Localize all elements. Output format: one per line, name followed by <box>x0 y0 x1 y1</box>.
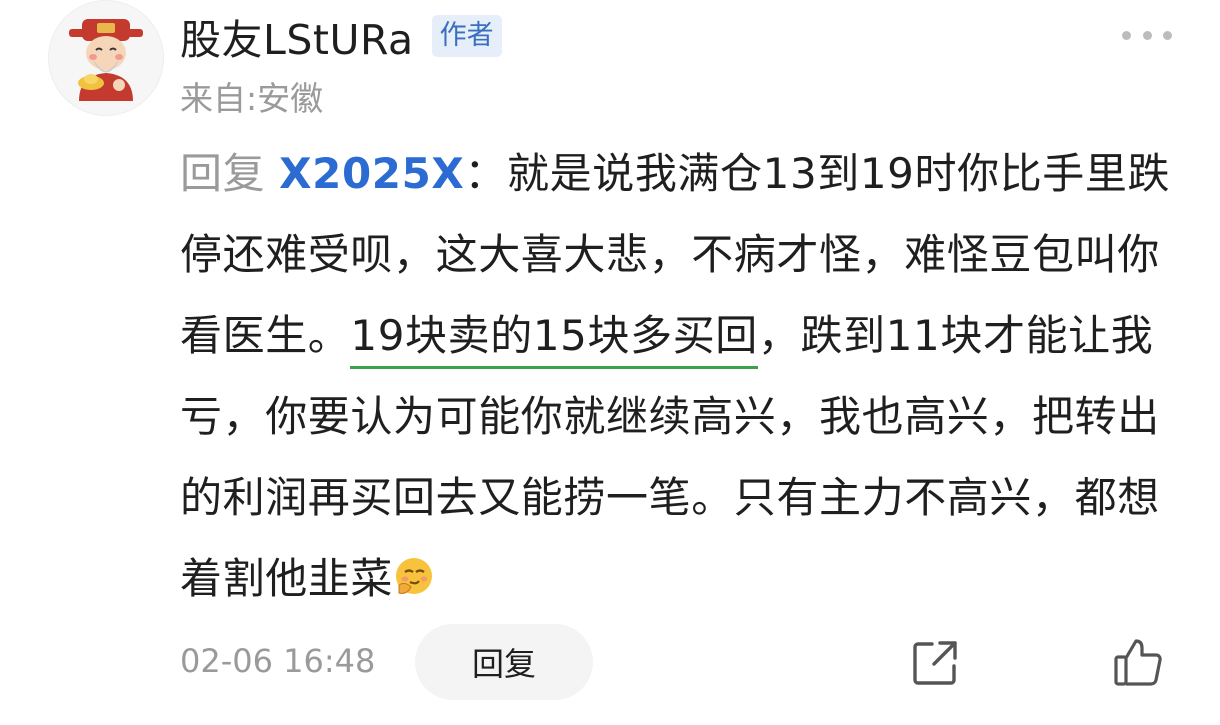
underlined-text: 19块卖的15块多买回 <box>350 311 758 369</box>
author-badge: 作者 <box>431 15 502 57</box>
reply-target-link[interactable]: X2025X <box>279 149 464 198</box>
smirk-emoji-icon <box>396 558 433 594</box>
username[interactable]: 股友LStURa <box>180 6 414 66</box>
comment-card: 股友LStURa 作者 来自:安徽 回复 X2025X：就是说我满仓13到19时… <box>0 0 1220 725</box>
thumbs-up-icon[interactable] <box>1112 636 1164 688</box>
avatar-god-of-wealth-icon <box>69 19 143 101</box>
share-icon[interactable] <box>910 638 960 688</box>
comment-header: 股友LStURa 作者 <box>180 8 502 64</box>
reply-prefix: 回复 <box>180 149 280 198</box>
timestamp: 02-06 16:48 <box>180 642 376 680</box>
location-text: 来自:安徽 <box>180 79 324 118</box>
more-dots-icon[interactable] <box>1122 28 1172 42</box>
reply-button[interactable]: 回复 <box>415 624 593 700</box>
comment-footer: 02-06 16:48 回复 <box>180 624 1180 702</box>
avatar[interactable] <box>48 0 164 116</box>
comment-body: 回复 X2025X：就是说我满仓13到19时你比手里跌停还难受呗，这大喜大悲，不… <box>180 133 1180 619</box>
